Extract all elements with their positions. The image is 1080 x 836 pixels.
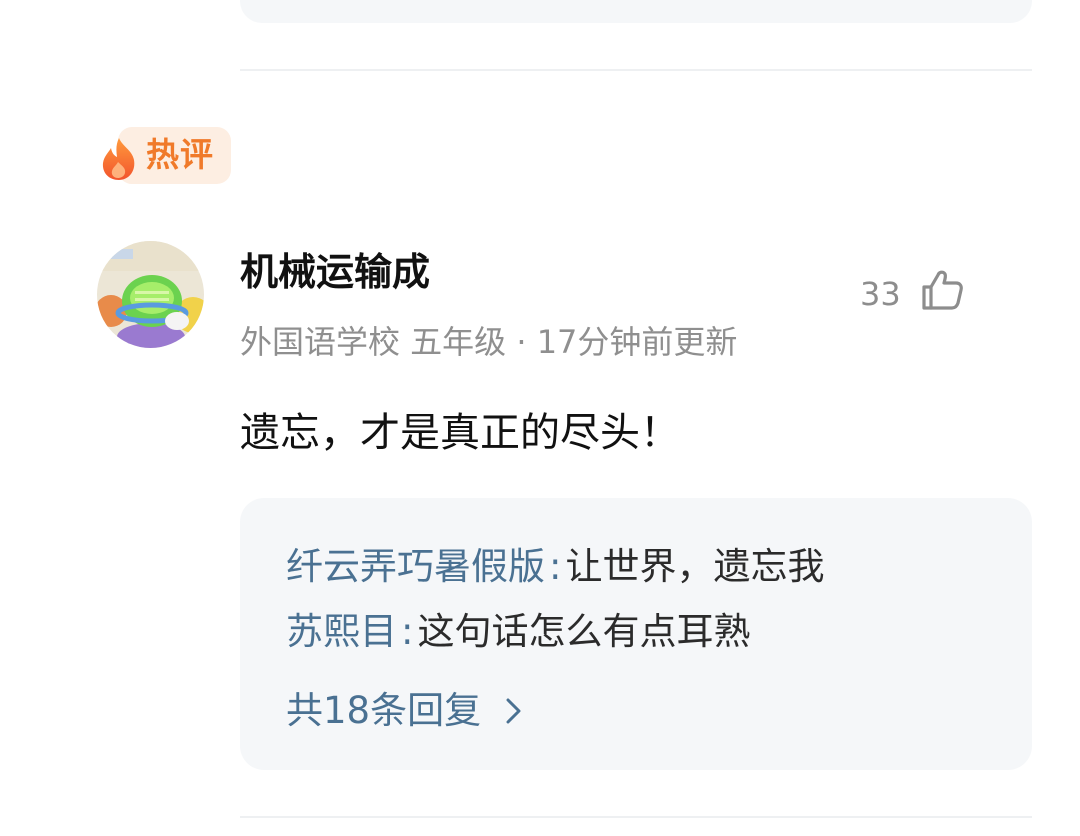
reply-item[interactable]: 纤云弄巧暑假版: 让世界，遗忘我 bbox=[286, 542, 824, 592]
view-all-replies-label: 共18条回复 bbox=[286, 689, 482, 732]
reply-text: 这句话怎么有点耳熟 bbox=[417, 610, 751, 653]
hot-comment-tag: 热评 bbox=[98, 127, 232, 184]
comment-username[interactable]: 机械运输成 bbox=[240, 247, 430, 297]
avatar-image bbox=[97, 241, 204, 348]
view-all-replies-link[interactable]: 共18条回复 bbox=[286, 686, 525, 736]
avatar[interactable] bbox=[97, 241, 204, 348]
reply-author[interactable]: 纤云弄巧暑假版 bbox=[286, 545, 545, 588]
thumbs-up-icon[interactable] bbox=[918, 266, 966, 314]
flame-icon bbox=[102, 138, 135, 180]
comment-meta: 外国语学校 五年级 · 17分钟前更新 bbox=[240, 323, 738, 361]
replies-box[interactable]: 纤云弄巧暑假版: 让世界，遗忘我 苏熙目: 这句话怎么有点耳熟 共18条回复 bbox=[240, 498, 1032, 770]
reply-colon: : bbox=[549, 545, 562, 588]
reply-text: 让世界，遗忘我 bbox=[565, 545, 825, 588]
divider bbox=[240, 816, 1032, 818]
divider bbox=[240, 69, 1032, 71]
like-count: 33 bbox=[860, 275, 901, 313]
hot-tag-label: 热评 bbox=[146, 135, 214, 174]
reply-item[interactable]: 苏熙目: 这句话怎么有点耳熟 bbox=[286, 607, 750, 657]
chevron-right-icon bbox=[506, 698, 521, 724]
reply-colon: : bbox=[401, 610, 414, 653]
previous-reply-box bbox=[240, 0, 1032, 23]
reply-author[interactable]: 苏熙目 bbox=[286, 610, 397, 653]
comment-text: 遗忘，才是真正的尽头！ bbox=[240, 410, 680, 456]
